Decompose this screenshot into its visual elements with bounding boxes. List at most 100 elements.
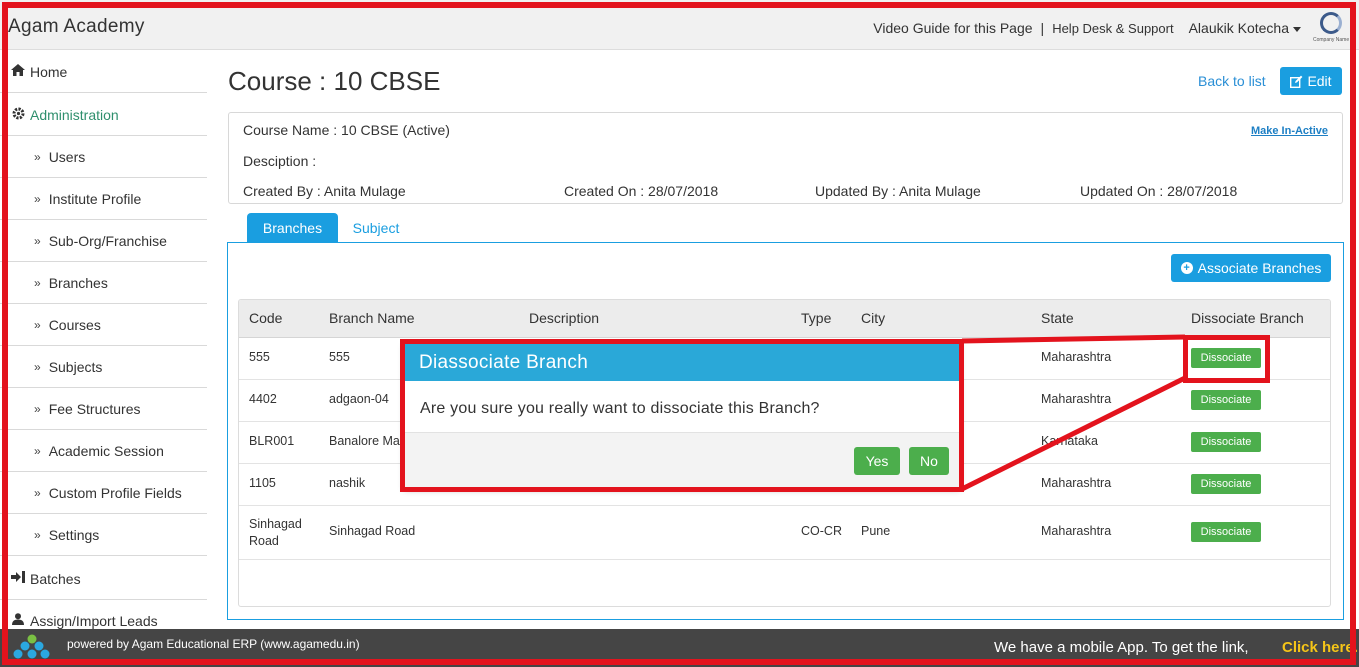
sidebar-subitem[interactable]: » Custom Profile Fields bbox=[0, 472, 207, 514]
double-chevron-right-icon: » bbox=[34, 149, 41, 164]
sidebar-item-label: Administration bbox=[30, 106, 119, 123]
updated-by: Updated By : Anita Mulage bbox=[815, 183, 981, 199]
sidebar-subitem[interactable]: » Fee Structures bbox=[0, 388, 207, 430]
cell-state: Maharashtra bbox=[1041, 350, 1112, 364]
sidebar-item-label: Batches bbox=[30, 570, 81, 587]
sidebar-item-home[interactable]: Home bbox=[0, 51, 207, 93]
sidebar-item-administration[interactable]: Administration bbox=[0, 94, 207, 136]
double-chevron-right-icon: » bbox=[34, 191, 41, 206]
video-guide-link[interactable]: Video Guide for this Page bbox=[873, 20, 1032, 36]
sidebar-subitem[interactable]: » Branches bbox=[0, 262, 207, 304]
double-chevron-right-icon: » bbox=[34, 317, 41, 332]
user-name: Alaukik Kotecha bbox=[1188, 20, 1289, 36]
top-nav-links: Video Guide for this Page | Help Desk & … bbox=[873, 11, 1349, 45]
sidebar: Home Administration » Users » Institute Pro… bbox=[0, 51, 207, 642]
help-desk-link[interactable]: Help Desk & Support bbox=[1052, 21, 1173, 36]
sign-in-icon bbox=[10, 571, 26, 586]
cell-code: Sinhagad Road bbox=[249, 517, 302, 548]
cell-name: Sinhagad Road bbox=[329, 524, 416, 538]
column-header-code: Code bbox=[249, 310, 283, 326]
associate-branches-label: Associate Branches bbox=[1197, 260, 1322, 276]
dissociate-button[interactable]: Dissociate bbox=[1191, 348, 1261, 368]
tab-branches[interactable]: Branches bbox=[247, 213, 338, 243]
double-chevron-right-icon: » bbox=[34, 233, 41, 248]
dissociate-button[interactable]: Dissociate bbox=[1191, 474, 1261, 494]
cell-type: CO-CR bbox=[801, 524, 842, 538]
company-logo: Company Name bbox=[1313, 11, 1349, 45]
updated-on: Updated On : 28/07/2018 bbox=[1080, 183, 1238, 199]
double-chevron-right-icon: » bbox=[34, 527, 41, 542]
column-header-branch-name: Branch Name bbox=[329, 310, 415, 326]
double-chevron-right-icon: » bbox=[34, 359, 41, 374]
home-icon bbox=[10, 64, 26, 79]
company-caption: Company Name bbox=[1313, 37, 1350, 43]
sidebar-item-label: Institute Profile bbox=[48, 190, 142, 207]
powered-by-text[interactable]: powered by Agam Educational ERP (www.aga… bbox=[67, 637, 360, 651]
cell-city: Pune bbox=[861, 524, 891, 538]
cell-name: 555 bbox=[329, 350, 350, 364]
dissociate-confirm-modal: Diassociate Branch Are you sure you real… bbox=[404, 343, 960, 488]
dissociate-button[interactable]: Dissociate bbox=[1191, 432, 1261, 452]
gear-icon bbox=[10, 107, 26, 123]
edit-button[interactable]: Edit bbox=[1280, 67, 1342, 95]
modal-yes-button[interactable]: Yes bbox=[854, 447, 900, 475]
footer-bar: powered by Agam Educational ERP (www.aga… bbox=[0, 629, 1359, 667]
cell-code: BLR001 bbox=[249, 434, 295, 448]
sidebar-item-label: Academic Session bbox=[48, 442, 164, 459]
cell-code: 555 bbox=[249, 350, 270, 364]
sidebar-subitem[interactable]: » Settings bbox=[0, 514, 207, 556]
modal-no-button[interactable]: No bbox=[909, 447, 949, 475]
cell-state: Maharashtra bbox=[1041, 524, 1112, 538]
app-brand[interactable]: Agam Academy bbox=[8, 16, 145, 38]
course-name: Course Name : 10 CBSE (Active) bbox=[243, 122, 450, 138]
sidebar-subitem[interactable]: » Subjects bbox=[0, 346, 207, 388]
company-logo-icon bbox=[1320, 12, 1342, 34]
sidebar-item-label: Branches bbox=[48, 274, 108, 291]
cell-name: nashik bbox=[329, 476, 366, 490]
sidebar-subitem[interactable]: » Academic Session bbox=[0, 430, 207, 472]
sidebar-item-label: Settings bbox=[48, 526, 100, 543]
cell-state: Maharashtra bbox=[1041, 392, 1112, 406]
double-chevron-right-icon: » bbox=[34, 275, 41, 290]
sidebar-item-batches[interactable]: Batches bbox=[0, 558, 207, 600]
course-info-panel: Course Name : 10 CBSE (Active) Make In-A… bbox=[228, 112, 1343, 204]
sidebar-subitem[interactable]: » Institute Profile bbox=[0, 178, 207, 220]
sidebar-item-label: Sub-Org/Franchise bbox=[48, 232, 167, 249]
column-header-city: City bbox=[861, 310, 886, 326]
caret-down-icon bbox=[1293, 26, 1301, 32]
back-to-list-link[interactable]: Back to list bbox=[1198, 73, 1266, 89]
edit-button-label: Edit bbox=[1307, 73, 1332, 89]
created-by: Created By : Anita Mulage bbox=[243, 183, 406, 199]
cell-state: Maharashtra bbox=[1041, 476, 1112, 490]
cell-state: Karnataka bbox=[1041, 434, 1098, 448]
cell-code: 1105 bbox=[249, 476, 276, 490]
double-chevron-right-icon: » bbox=[34, 443, 41, 458]
top-navbar: Agam Academy Video Guide for this Page |… bbox=[0, 0, 1359, 50]
plus-circle-icon: + bbox=[1180, 262, 1193, 274]
sidebar-subitem[interactable]: » Courses bbox=[0, 304, 207, 346]
user-icon bbox=[10, 613, 26, 628]
tab-subject[interactable]: Subject bbox=[340, 213, 412, 243]
dissociate-button[interactable]: Dissociate bbox=[1191, 522, 1261, 542]
sidebar-subitem[interactable]: » Users bbox=[0, 136, 207, 178]
dissociate-button[interactable]: Dissociate bbox=[1191, 390, 1261, 410]
cell-name: adgaon-04 bbox=[329, 392, 389, 406]
click-here-link[interactable]: Click here. bbox=[1282, 639, 1358, 656]
page-title: Course : 10 CBSE bbox=[228, 66, 441, 96]
double-chevron-right-icon: » bbox=[34, 401, 41, 416]
sidebar-item-label: Fee Structures bbox=[48, 400, 141, 417]
table-row: Sinhagad Road Sinhagad Road CO-CR Pune Mahar… bbox=[239, 506, 1330, 560]
sidebar-item-label: Courses bbox=[48, 316, 101, 333]
associate-branches-button[interactable]: + Associate Branches bbox=[1171, 254, 1331, 282]
course-description: Desciption : bbox=[243, 153, 317, 169]
sidebar-item-label: Subjects bbox=[48, 358, 103, 375]
double-chevron-right-icon: » bbox=[34, 485, 41, 500]
mobile-app-text: We have a mobile App. To get the link, bbox=[994, 639, 1249, 656]
make-inactive-link[interactable]: Make In-Active bbox=[1251, 125, 1328, 137]
created-on: Created On : 28/07/2018 bbox=[564, 183, 719, 199]
agam-logo-icon bbox=[12, 634, 50, 660]
user-menu[interactable]: Alaukik Kotecha bbox=[1189, 20, 1301, 36]
sidebar-item-label: Home bbox=[30, 63, 68, 80]
sidebar-subitem[interactable]: » Sub-Org/Franchise bbox=[0, 220, 207, 262]
table-header: Code Branch Name Description Type City S… bbox=[239, 300, 1330, 338]
